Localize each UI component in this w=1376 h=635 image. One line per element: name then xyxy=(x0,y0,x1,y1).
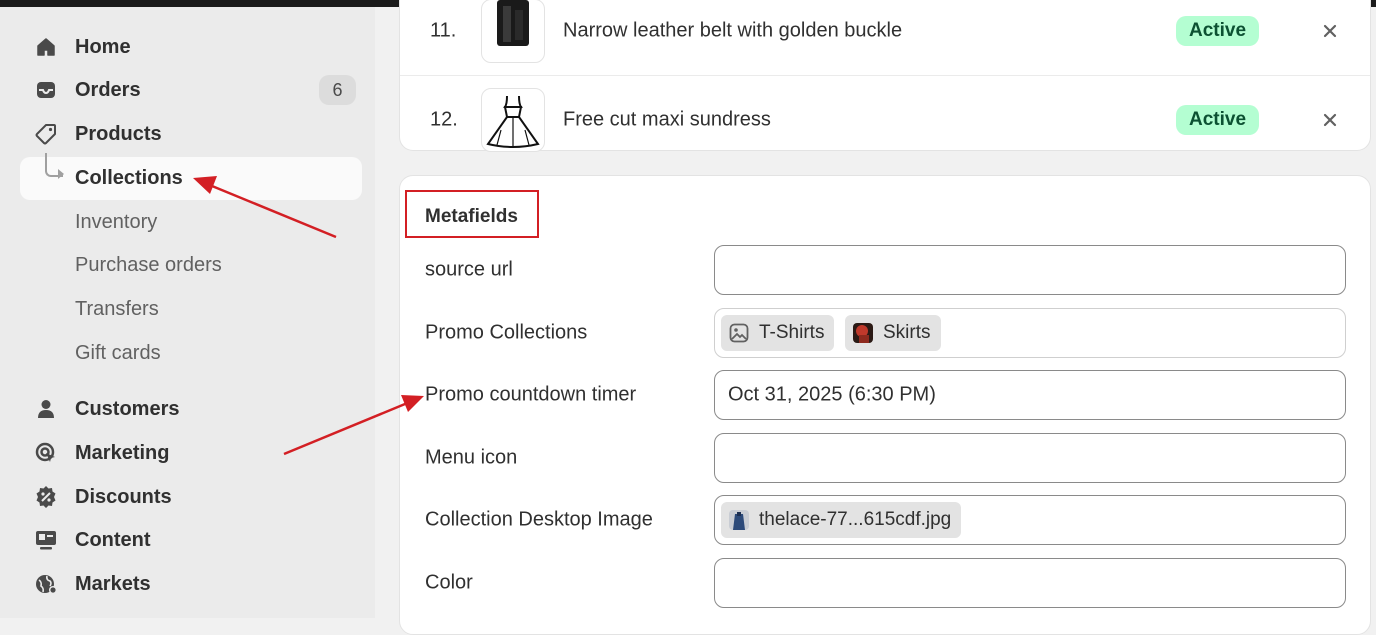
sidebar-item-orders[interactable]: Orders 6 xyxy=(20,69,362,111)
subnav-arrow-icon xyxy=(58,169,64,179)
status-badge: Active xyxy=(1176,16,1260,46)
sidebar-item-label: Products xyxy=(75,122,162,145)
metafield-label: Promo countdown timer xyxy=(425,383,637,406)
sidebar-item-label: Transfers xyxy=(75,297,159,320)
sidebar-item-markets[interactable]: Markets xyxy=(20,563,362,605)
status-badge: Active xyxy=(1176,105,1260,135)
sidebar-item-home[interactable]: Home xyxy=(20,26,362,68)
discount-icon xyxy=(34,485,58,509)
product-title[interactable]: Free cut maxi sundress xyxy=(563,109,771,132)
person-icon xyxy=(34,397,58,421)
sidebar-item-customers[interactable]: Customers xyxy=(20,388,362,430)
metafield-label: source url xyxy=(425,258,513,281)
target-icon xyxy=(34,441,58,465)
sidebar-item-label: Customers xyxy=(75,397,180,420)
source-url-field[interactable] xyxy=(714,245,1346,295)
metafield-row-collection-desktop-image: Collection Desktop Image thelace-77...61… xyxy=(400,495,1370,545)
belt-thumbnail xyxy=(481,0,545,63)
sidebar-item-label: Marketing xyxy=(75,441,170,464)
main-content: 11. Narrow leather belt with golden buck… xyxy=(375,0,1376,635)
promo-countdown-timer-field[interactable]: Oct 31, 2025 (6:30 PM) xyxy=(714,370,1346,420)
orders-count-badge: 6 xyxy=(319,75,356,105)
file-tag[interactable]: thelace-77...615cdf.jpg xyxy=(721,502,962,538)
metafield-row-source-url: source url xyxy=(400,245,1370,295)
sidebar-item-discounts[interactable]: Discounts xyxy=(20,476,362,518)
content-icon xyxy=(34,528,58,552)
home-icon xyxy=(34,35,58,59)
image-file-thumbnail xyxy=(729,510,749,530)
metafields-card: Metafields source url Promo Collections … xyxy=(399,175,1371,635)
close-icon[interactable] xyxy=(1318,19,1342,43)
skirts-thumbnail xyxy=(853,323,873,343)
metafield-value: Oct 31, 2025 (6:30 PM) xyxy=(728,383,936,406)
metafield-row-color: Color xyxy=(400,558,1370,608)
sidebar: Home Orders 6 Products Collections Inven… xyxy=(0,7,375,618)
product-row[interactable]: 11. Narrow leather belt with golden buck… xyxy=(400,0,1370,75)
product-number: 11. xyxy=(430,19,457,42)
dress-thumbnail xyxy=(481,88,545,152)
sidebar-item-collections[interactable]: Collections xyxy=(20,153,362,200)
sidebar-item-label: Markets xyxy=(75,572,151,595)
metafield-row-promo-countdown-timer: Promo countdown timer Oct 31, 2025 (6:30… xyxy=(400,370,1370,420)
collection-desktop-image-field[interactable]: thelace-77...615cdf.jpg xyxy=(714,495,1346,545)
sidebar-item-label: Collections xyxy=(75,167,183,189)
sidebar-item-gift-cards[interactable]: Gift cards xyxy=(20,332,362,374)
close-icon[interactable] xyxy=(1318,108,1342,132)
sidebar-item-label: Inventory xyxy=(75,210,158,233)
tag-label: Skirts xyxy=(883,322,931,343)
metafield-row-menu-icon: Menu icon xyxy=(400,433,1370,483)
sidebar-item-label: Content xyxy=(75,528,151,551)
product-row[interactable]: 12. Free cut maxi sundress Active xyxy=(400,75,1370,164)
sidebar-item-label: Purchase orders xyxy=(75,253,222,276)
sidebar-item-marketing[interactable]: Marketing xyxy=(20,432,362,474)
metafield-label: Promo Collections xyxy=(425,321,588,344)
collection-tag[interactable]: T-Shirts xyxy=(721,315,835,351)
tag-icon xyxy=(34,122,58,146)
sidebar-item-content[interactable]: Content xyxy=(20,519,362,561)
collection-products-card: 11. Narrow leather belt with golden buck… xyxy=(399,0,1371,152)
collection-tag[interactable]: Skirts xyxy=(845,315,941,351)
sidebar-item-label: Discounts xyxy=(75,485,172,508)
metafield-label: Color xyxy=(425,571,473,594)
tag-label: T-Shirts xyxy=(759,322,825,343)
metafields-title: Metafields xyxy=(425,206,518,227)
sidebar-item-inventory[interactable]: Inventory xyxy=(20,201,362,243)
metafield-row-promo-collections: Promo Collections T-Shirts Skirts xyxy=(400,308,1370,358)
sidebar-item-purchase-orders[interactable]: Purchase orders xyxy=(20,244,362,286)
globe-icon xyxy=(34,572,58,596)
product-number: 12. xyxy=(430,108,458,131)
image-placeholder-icon xyxy=(729,323,749,343)
metafield-label: Menu icon xyxy=(425,446,518,469)
sidebar-item-label: Home xyxy=(75,35,131,58)
sidebar-item-label: Orders xyxy=(75,78,141,101)
promo-collections-field[interactable]: T-Shirts Skirts xyxy=(714,308,1346,358)
menu-icon-field[interactable] xyxy=(714,433,1346,483)
sidebar-item-label: Gift cards xyxy=(75,341,161,364)
color-field[interactable] xyxy=(714,558,1346,608)
inbox-icon xyxy=(34,78,58,102)
tag-label: thelace-77...615cdf.jpg xyxy=(759,509,952,530)
sidebar-item-products[interactable]: Products xyxy=(20,113,362,155)
product-title[interactable]: Narrow leather belt with golden buckle xyxy=(563,20,902,43)
metafield-label: Collection Desktop Image xyxy=(425,508,653,531)
sidebar-item-transfers[interactable]: Transfers xyxy=(20,288,362,330)
